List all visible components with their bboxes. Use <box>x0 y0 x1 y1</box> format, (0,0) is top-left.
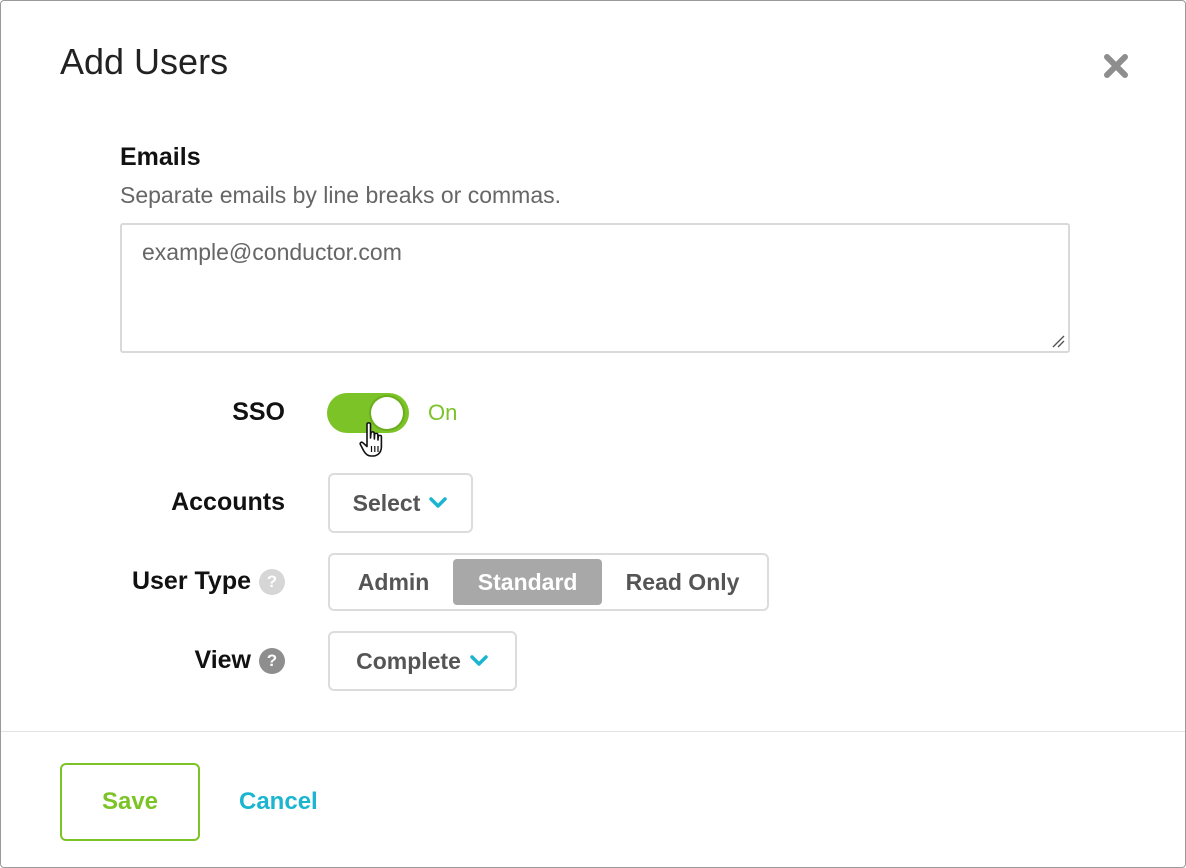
close-button[interactable] <box>1099 49 1133 83</box>
view-label: View ? <box>194 646 285 675</box>
footer-divider <box>1 731 1185 732</box>
emails-label: Emails <box>120 143 201 171</box>
view-label-text: View <box>194 646 251 674</box>
cancel-link[interactable]: Cancel <box>239 788 318 816</box>
user-type-label: User Type ? <box>132 567 285 596</box>
resize-handle-icon[interactable] <box>1049 332 1065 348</box>
user-type-option-read-only[interactable]: Read Only <box>602 559 763 605</box>
emails-help-text: Separate emails by line breaks or commas… <box>120 182 562 208</box>
sso-status-text: On <box>428 400 458 425</box>
chevron-down-icon <box>470 655 488 666</box>
sso-label-text: SSO <box>232 398 285 426</box>
view-select-value: Complete <box>356 647 461 674</box>
view-help-icon[interactable]: ? <box>259 647 285 674</box>
user-type-segmented-control: Admin Standard Read Only <box>328 553 769 611</box>
user-type-option-admin[interactable]: Admin <box>334 559 453 605</box>
accounts-label: Accounts <box>171 488 285 517</box>
accounts-select-value: Select <box>352 489 421 516</box>
chevron-down-icon <box>429 497 448 508</box>
user-type-label-text: User Type <box>131 567 251 595</box>
user-type-help-icon[interactable]: ? <box>259 568 285 595</box>
emails-field-container <box>120 223 1070 353</box>
save-button[interactable]: Save <box>60 763 200 841</box>
hand-cursor-icon <box>359 422 383 457</box>
close-icon <box>1104 54 1128 78</box>
emails-input[interactable] <box>122 225 1068 351</box>
accounts-select[interactable]: Select <box>328 473 473 533</box>
user-type-option-standard[interactable]: Standard <box>453 559 603 605</box>
sso-label: SSO <box>232 398 285 427</box>
dialog-title: Add Users <box>60 41 229 82</box>
add-users-dialog: Add Users Emails Separate emails by line… <box>0 0 1186 868</box>
accounts-label-text: Accounts <box>171 488 285 516</box>
view-select[interactable]: Complete <box>328 631 517 691</box>
